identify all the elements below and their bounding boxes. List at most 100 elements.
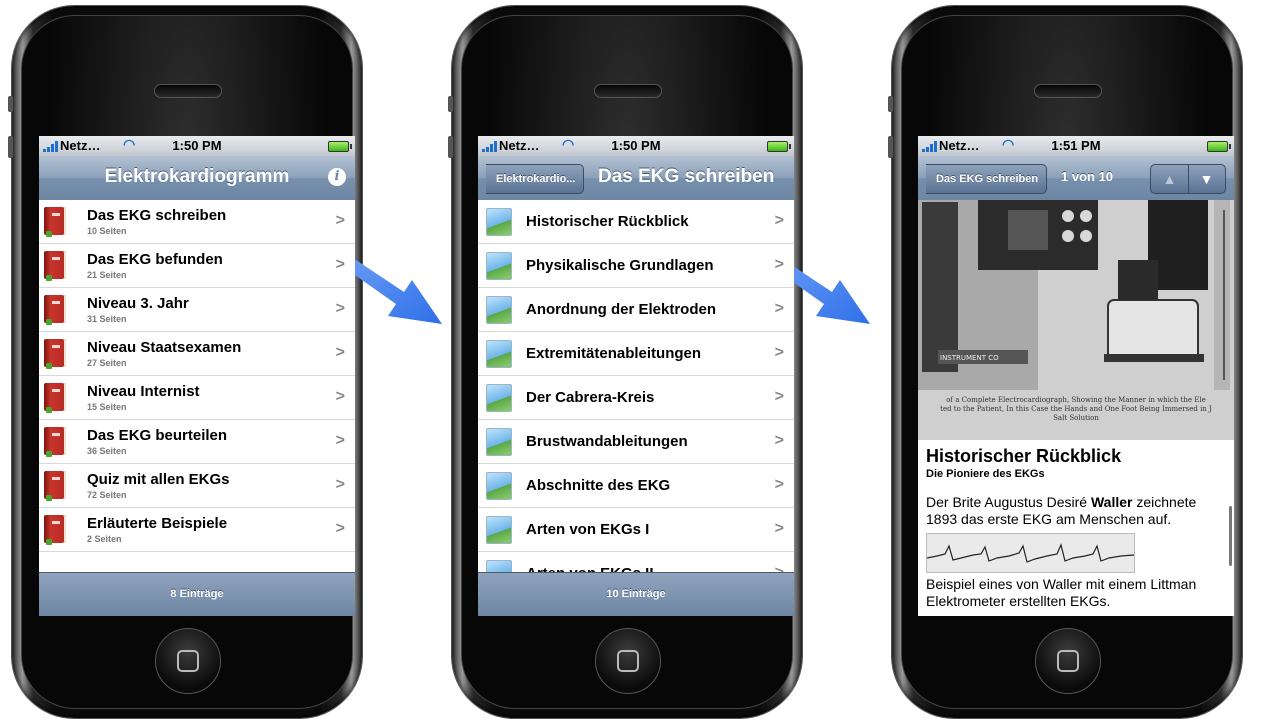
chevron-right-icon: >: [335, 388, 345, 405]
iphone-1: Netz… ◠ 1:50 PM Elektrokardiogramm i Das…: [8, 6, 362, 718]
clock: 1:50 PM: [611, 138, 661, 153]
caption-line: of a Complete Electrocardiograph, Showin…: [946, 396, 1206, 404]
chevron-right-icon: >: [335, 476, 345, 493]
chapter-list: Historischer Rückblick > Physikalische Gr…: [478, 200, 794, 596]
item-label: Abschnitte des EKG: [526, 477, 671, 494]
earpiece-speaker: [594, 84, 662, 98]
status-bar: Netz… ◠ 1:51 PM: [918, 136, 1234, 156]
info-icon[interactable]: i: [328, 168, 346, 186]
item-page-count: 21 Seiten: [87, 270, 127, 280]
chevron-right-icon: >: [335, 256, 345, 273]
item-label: Extremitätenableitungen: [526, 345, 702, 362]
paragraph-text: Der Brite Augustus Desiré: [926, 494, 1091, 510]
chevron-right-icon: >: [774, 344, 784, 361]
back-button-label: Elektrokardio...: [496, 173, 576, 185]
item-label: Physikalische Grundlagen: [526, 257, 714, 274]
item-label: Der Cabrera-Kreis: [526, 389, 655, 406]
chevron-right-icon: >: [774, 300, 784, 317]
list-item[interactable]: Das EKG schreiben 10 Seiten >: [39, 200, 355, 244]
image-icon: [486, 340, 512, 368]
item-label: Niveau Staatsexamen: [87, 339, 242, 356]
list-item[interactable]: Der Cabrera-Kreis >: [478, 376, 794, 420]
item-label: Arten von EKGs I: [526, 521, 650, 538]
article-body: Historischer Rückblick Die Pioniere des …: [926, 446, 1228, 610]
item-page-count: 72 Seiten: [87, 490, 127, 500]
image-icon: [486, 516, 512, 544]
chevron-right-icon: >: [335, 432, 345, 449]
list-item[interactable]: Historischer Rückblick >: [478, 200, 794, 244]
chevron-right-icon: >: [335, 300, 345, 317]
iphone-3: Netz… ◠ 1:51 PM Das EKG schreiben 1 von …: [888, 6, 1242, 718]
list-item[interactable]: Das EKG befunden 21 Seiten >: [39, 244, 355, 288]
book-icon: [44, 471, 66, 501]
scroll-indicator: [1229, 506, 1232, 566]
book-icon: [44, 295, 66, 325]
navigation-bar: Elektrokardio... Das EKG schreiben: [478, 156, 794, 201]
chevron-right-icon: >: [335, 344, 345, 361]
item-label: Anordnung der Elektroden: [526, 301, 717, 318]
earpiece-speaker: [154, 84, 222, 98]
next-page-button[interactable]: ▼: [1188, 165, 1225, 193]
previous-page-button[interactable]: ▲: [1151, 165, 1189, 193]
book-icon: [44, 383, 66, 413]
chevron-right-icon: >: [774, 520, 784, 537]
chevron-right-icon: >: [774, 388, 784, 405]
list-item[interactable]: Niveau 3. Jahr 31 Seiten >: [39, 288, 355, 332]
item-label: Das EKG schreiben: [87, 207, 227, 224]
list-item[interactable]: Quiz mit allen EKGs 72 Seiten >: [39, 464, 355, 508]
list-item[interactable]: Niveau Internist 15 Seiten >: [39, 376, 355, 420]
item-label: Erläuterte Beispiele: [87, 515, 228, 532]
list-item[interactable]: Physikalische Grundlagen >: [478, 244, 794, 288]
image-icon: [486, 252, 512, 280]
list-item[interactable]: Niveau Staatsexamen 27 Seiten >: [39, 332, 355, 376]
book-icon: [44, 427, 66, 457]
navigation-bar: Das EKG schreiben 1 von 10 ▲ ▼: [918, 156, 1234, 201]
list-item[interactable]: Erläuterte Beispiele 2 Seiten >: [39, 508, 355, 552]
item-label: Niveau Internist: [87, 383, 200, 400]
article-heading: Historischer Rückblick: [926, 446, 1122, 466]
item-page-count: 15 Seiten: [87, 402, 127, 412]
battery-icon: [1207, 141, 1231, 152]
chevron-right-icon: >: [335, 520, 345, 537]
page-title: Elektrokardiogramm: [104, 166, 290, 187]
item-page-count: 31 Seiten: [87, 314, 127, 324]
home-button[interactable]: [1035, 628, 1101, 694]
image-icon: [486, 208, 512, 236]
list-item[interactable]: Arten von EKGs I >: [478, 508, 794, 552]
back-button[interactable]: Elektrokardio...: [486, 164, 585, 194]
image-icon: [486, 428, 512, 456]
paragraph-bold-text: Waller: [1090, 494, 1133, 510]
list-item[interactable]: Extremitätenableitungen >: [478, 332, 794, 376]
caption-line: Salt Solution: [1053, 414, 1099, 422]
back-button-label: Das EKG schreiben: [936, 173, 1039, 185]
image-icon: [486, 296, 512, 324]
status-bar: Netz… ◠ 1:50 PM: [39, 136, 355, 156]
volume-up-button: [8, 136, 13, 158]
article-subheading: Die Pioniere des EKGs: [926, 468, 1045, 480]
mute-switch: [8, 96, 13, 112]
list-item[interactable]: Brustwandableitungen >: [478, 420, 794, 464]
item-page-count: 27 Seiten: [87, 358, 127, 368]
image-icon: [486, 472, 512, 500]
chevron-right-icon: >: [335, 212, 345, 229]
bottom-toolbar: 10 Einträge: [478, 572, 794, 616]
home-button[interactable]: [595, 628, 661, 694]
chevron-right-icon: >: [774, 432, 784, 449]
battery-icon: [767, 141, 791, 152]
list-item[interactable]: Anordnung der Elektroden >: [478, 288, 794, 332]
item-page-count: 10 Seiten: [87, 226, 127, 236]
item-label: Niveau 3. Jahr: [87, 295, 189, 312]
item-label: Historischer Rückblick: [526, 213, 689, 230]
item-page-count: 2 Seiten: [87, 534, 122, 544]
screen-main-menu: Netz… ◠ 1:50 PM Elektrokardiogramm i Das…: [39, 136, 355, 616]
list-item[interactable]: Abschnitte des EKG >: [478, 464, 794, 508]
back-button[interactable]: Das EKG schreiben: [926, 164, 1048, 194]
mute-switch: [448, 96, 453, 112]
home-button[interactable]: [155, 628, 221, 694]
item-label: Das EKG befunden: [87, 251, 223, 268]
article-paragraph: Der Brite Augustus Desiré Waller zeichne…: [926, 494, 1228, 528]
page-counter: 1 von 10: [1061, 169, 1114, 184]
book-icon: [44, 207, 66, 237]
list-item[interactable]: Das EKG beurteilen 36 Seiten >: [39, 420, 355, 464]
page-title: Das EKG schreiben: [598, 166, 775, 187]
